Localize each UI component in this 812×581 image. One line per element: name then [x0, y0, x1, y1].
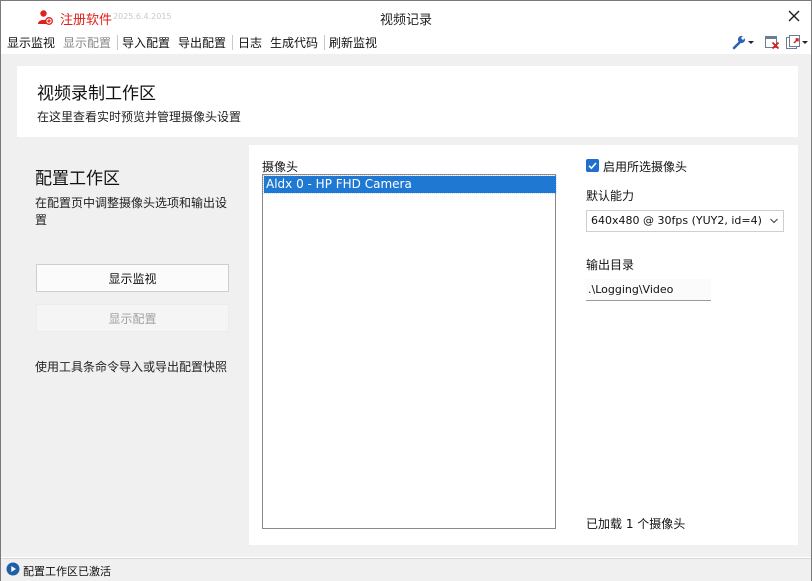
- page-title: 视频录制工作区: [37, 84, 156, 104]
- status-bar: 配置工作区已激活: [1, 558, 811, 581]
- capability-label: 默认能力: [586, 189, 635, 203]
- clear-icon[interactable]: [764, 34, 780, 50]
- wrench-icon[interactable]: [731, 34, 755, 50]
- export-icon[interactable]: [785, 34, 809, 50]
- list-item[interactable]: Aldx 0 - HP FHD Camera: [263, 175, 557, 194]
- show-config-button: 显示配置: [36, 304, 229, 332]
- app-window: 注册软件 2025.6.4.2015 视频记录 显示监视 显示配置 导入配置 导…: [0, 0, 812, 581]
- menu-show-monitor[interactable]: 显示监视: [7, 34, 55, 51]
- menu-separator: [324, 35, 325, 50]
- menu-bar: 显示监视 显示配置 导入配置 导出配置 日志 生成代码 刷新监视: [1, 31, 811, 53]
- menu-import-config[interactable]: 导入配置: [122, 34, 170, 51]
- menu-log[interactable]: 日志: [238, 34, 262, 51]
- camera-list-label: 摄像头: [262, 160, 299, 174]
- header-panel: 视频录制工作区 在这里查看实时预览并管理摄像头设置: [17, 66, 798, 137]
- close-icon[interactable]: [781, 4, 807, 28]
- content-area: 视频录制工作区 在这里查看实时预览并管理摄像头设置 配置工作区 在配置页中调整摄…: [1, 54, 811, 557]
- config-description: 在配置页中调整摄像头选项和输出设置: [35, 196, 228, 227]
- play-icon: [6, 562, 20, 576]
- capability-select[interactable]: 640x480 @ 30fps (YUY2, id=4): [586, 210, 784, 232]
- title-bar: 注册软件 2025.6.4.2015 视频记录: [1, 1, 811, 31]
- checkbox-checked-icon[interactable]: [586, 159, 599, 172]
- output-dir-input[interactable]: [586, 279, 711, 301]
- camera-panel: 摄像头 Aldx 0 - HP FHD Camera 启用所选摄像头 默认能力 …: [249, 145, 798, 545]
- menu-separator: [117, 35, 118, 50]
- capability-value: 640x480 @ 30fps (YUY2, id=4): [591, 214, 762, 227]
- menu-show-config: 显示配置: [63, 36, 112, 50]
- menu-generate-code[interactable]: 生成代码: [270, 34, 318, 51]
- enable-camera-label: 启用所选摄像头: [603, 160, 688, 174]
- config-title: 配置工作区: [35, 169, 120, 189]
- config-panel: 配置工作区 在配置页中调整摄像头选项和输出设置 显示监视 显示配置 使用工具条命…: [17, 145, 247, 545]
- menu-separator: [232, 35, 233, 50]
- menu-export-config[interactable]: 导出配置: [178, 34, 226, 51]
- chevron-down-icon: [770, 218, 778, 224]
- menu-refresh-monitor[interactable]: 刷新监视: [329, 34, 377, 51]
- status-text: 配置工作区已激活: [23, 565, 111, 578]
- output-dir-label: 输出目录: [586, 258, 635, 272]
- show-monitor-button[interactable]: 显示监视: [36, 264, 229, 292]
- window-title: 视频记录: [379, 13, 432, 28]
- camera-list[interactable]: Aldx 0 - HP FHD Camera: [262, 174, 557, 529]
- page-subtitle: 在这里查看实时预览并管理摄像头设置: [37, 110, 242, 124]
- camera-count-text: 已加载 1 个摄像头: [586, 517, 686, 531]
- config-note: 使用工具条命令导入或导出配置快照: [35, 360, 228, 374]
